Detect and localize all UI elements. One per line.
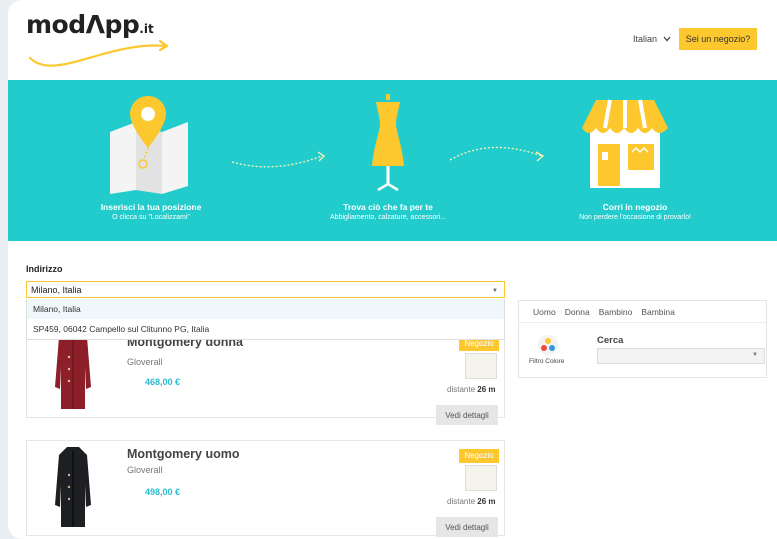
step-2: Trova ciò che fa per te Abbigliamento, c…	[313, 202, 463, 221]
chevron-down-icon	[663, 36, 671, 42]
store-image	[465, 353, 497, 379]
product-distance: distante 26 m	[447, 385, 496, 394]
product-name[interactable]: Montgomery uomo	[127, 447, 240, 461]
address-suggestions: Milano, Italia SP459, 06042 Campello sul…	[26, 299, 505, 340]
product-brand: Gloverall	[127, 465, 163, 475]
step-1: Inserisci la tua posizione O clicca su "…	[76, 202, 226, 221]
language-label: Italian	[633, 34, 658, 44]
step-2-title: Trova ciò che fa per te	[343, 202, 433, 212]
view-details-button[interactable]: Vedi dettagli	[436, 517, 498, 537]
product-distance: distante 26 m	[447, 497, 496, 506]
logo-swoosh-icon	[28, 39, 169, 67]
color-filter[interactable]: Filtro Colore	[529, 335, 564, 365]
product-card[interactable]: Montgomery uomo Gloverall 498,00 € Negoz…	[26, 440, 505, 537]
tab-bambino[interactable]: Bambino	[599, 301, 633, 322]
address-input-value: Milano, Italia	[31, 285, 82, 295]
distance-value: 26 m	[477, 497, 496, 506]
store-badge: Negozio	[459, 449, 499, 463]
category-tabs: Uomo Donna Bambino Bambina	[519, 301, 766, 323]
dotted-arrow-icon	[231, 151, 326, 168]
page: modΛpp.it Italian Sei un negozio? Inseri…	[8, 0, 777, 539]
color-filter-label: Filtro Colore	[529, 358, 565, 365]
tab-donna[interactable]: Donna	[565, 301, 590, 322]
search-label: Cerca	[597, 335, 624, 346]
header: modΛpp.it Italian Sei un negozio?	[8, 0, 777, 80]
product-price: 498,00 €	[145, 487, 181, 497]
how-it-works-banner: Inserisci la tua posizione O clicca su "…	[8, 80, 777, 241]
step-2-subtitle: Abbigliamento, calzature, accessori...	[330, 214, 446, 221]
suggestion-item[interactable]: SP459, 06042 Campello sul Clitunno PG, I…	[27, 319, 504, 339]
dress-form-icon	[372, 94, 404, 192]
view-details-button[interactable]: Vedi dettagli	[436, 405, 498, 425]
search-select[interactable]: ▼	[597, 348, 765, 364]
are-you-a-shop-button[interactable]: Sei un negozio?	[679, 28, 757, 50]
filter-panel: Uomo Donna Bambino Bambina Filtro Colore…	[518, 300, 767, 378]
coat-image	[55, 447, 91, 527]
product-price: 468,00 €	[145, 377, 181, 387]
store-image	[465, 465, 497, 491]
step-3: Corri in negozio Non perdere l'occasione…	[560, 202, 710, 221]
caret-down-icon: ▼	[752, 352, 758, 358]
distance-prefix: distante	[447, 385, 476, 394]
language-selector[interactable]: Italian	[633, 34, 671, 44]
distance-value: 26 m	[477, 385, 496, 394]
distance-prefix: distante	[447, 497, 476, 506]
step-1-subtitle: O clicca su "Localizzami"	[112, 214, 190, 221]
suggestion-item[interactable]: Milano, Italia	[27, 299, 504, 319]
address-label: Indirizzo	[26, 264, 63, 274]
logo[interactable]: modΛpp.it	[26, 10, 176, 67]
dotted-arrow-icon	[449, 146, 545, 162]
step-1-title: Inserisci la tua posizione	[100, 202, 202, 212]
address-input[interactable]: Milano, Italia ▼	[26, 281, 505, 298]
storefront-icon	[582, 99, 668, 188]
color-palette-icon	[538, 335, 558, 355]
step-3-subtitle: Non perdere l'occasione di provarlo!	[579, 214, 691, 221]
map-pin-icon	[110, 96, 188, 194]
tab-bambina[interactable]: Bambina	[641, 301, 675, 322]
step-3-title: Corri in negozio	[602, 202, 668, 212]
caret-down-icon: ▼	[492, 288, 498, 294]
product-brand: Gloverall	[127, 357, 163, 367]
tab-uomo[interactable]: Uomo	[533, 301, 556, 322]
